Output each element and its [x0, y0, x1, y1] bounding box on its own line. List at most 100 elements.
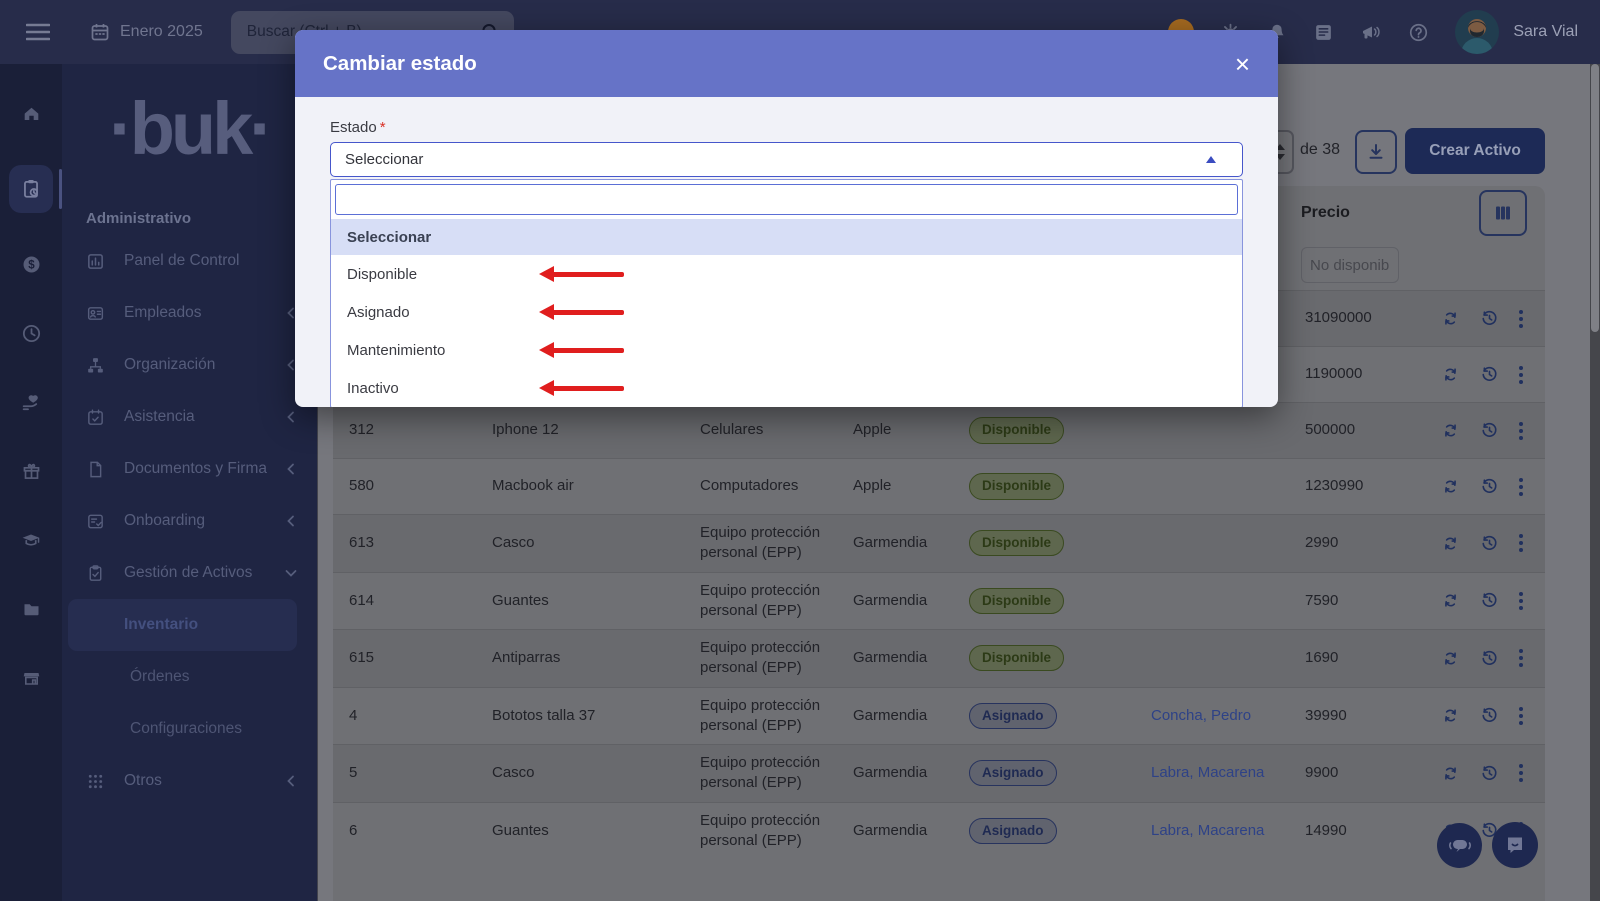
- history-icon[interactable]: [1480, 534, 1499, 553]
- folder-icon[interactable]: [9, 591, 53, 627]
- sidebar-item-documentos-y-firma[interactable]: Documentos y Firma: [62, 443, 317, 495]
- cell-name: Antiparras: [476, 640, 684, 676]
- buk-logo[interactable]: ·buk·: [62, 92, 317, 166]
- avatar[interactable]: [1455, 10, 1499, 54]
- option-seleccionar[interactable]: Seleccionar: [331, 219, 1242, 255]
- payroll-icon[interactable]: $: [9, 246, 53, 282]
- cell-id: 580: [333, 468, 476, 504]
- chevron-left-icon: [285, 411, 297, 423]
- option-mantenimiento[interactable]: Mantenimiento: [331, 331, 1242, 369]
- cell-brand: Garmendia: [837, 755, 953, 791]
- cell-category: Equipo protección personal (EPP): [684, 803, 837, 860]
- history-icon[interactable]: [1480, 477, 1499, 496]
- history-icon[interactable]: [1480, 365, 1499, 384]
- cell-price: 1690: [1289, 640, 1416, 676]
- cell-id: 615: [333, 640, 476, 676]
- change-status-icon[interactable]: [1441, 591, 1460, 610]
- history-icon[interactable]: [1480, 764, 1499, 783]
- kebab-menu-icon[interactable]: [1519, 764, 1523, 782]
- period-label: Enero 2025: [120, 23, 203, 41]
- columns-toggle-button[interactable]: [1479, 190, 1527, 236]
- status-badge: Asignado: [969, 703, 1057, 729]
- sidebar-item-otros[interactable]: Otros: [62, 755, 317, 807]
- change-status-icon[interactable]: [1441, 309, 1460, 328]
- submenu-item-inventario[interactable]: Inventario: [68, 599, 297, 651]
- user-name[interactable]: Sara Vial: [1513, 23, 1578, 41]
- option-inactivo[interactable]: Inactivo: [331, 369, 1242, 407]
- status-badge: Disponible: [969, 588, 1064, 614]
- cell-name: Iphone 12: [476, 412, 684, 448]
- kebab-menu-icon[interactable]: [1519, 422, 1523, 440]
- history-icon[interactable]: [1480, 649, 1499, 668]
- marketplace-icon[interactable]: [9, 660, 53, 696]
- modal-title: Cambiar estado: [323, 52, 477, 76]
- price-filter-input[interactable]: [1301, 247, 1399, 283]
- inventory-rail-icon[interactable]: [9, 165, 53, 213]
- sidebar-item-asistencia[interactable]: Asistencia: [62, 391, 317, 443]
- table-row: 312 Iphone 12 Celulares Apple Disponible…: [333, 402, 1545, 458]
- annotation-arrow: [539, 380, 624, 396]
- change-status-icon[interactable]: [1441, 534, 1460, 553]
- create-asset-button[interactable]: Crear Activo: [1405, 128, 1545, 174]
- history-icon[interactable]: [1480, 591, 1499, 610]
- help-icon[interactable]: [1408, 22, 1429, 43]
- kebab-menu-icon[interactable]: [1519, 310, 1523, 328]
- change-status-icon[interactable]: [1441, 706, 1460, 725]
- menu-icon[interactable]: [26, 23, 50, 41]
- sidebar-item-organizacion[interactable]: Organización: [62, 339, 317, 391]
- cell-price: 1190000: [1289, 356, 1416, 392]
- submenu-item-configuraciones[interactable]: Configuraciones: [68, 703, 297, 755]
- news-icon[interactable]: [1313, 22, 1334, 43]
- cell-brand: Garmendia: [837, 698, 953, 734]
- time-icon[interactable]: [9, 315, 53, 351]
- scrollbar-thumb[interactable]: [1591, 64, 1599, 332]
- option-disponible[interactable]: Disponible: [331, 255, 1242, 293]
- history-icon[interactable]: [1480, 421, 1499, 440]
- modal-header: Cambiar estado ×: [295, 30, 1278, 97]
- benefits-icon[interactable]: [9, 384, 53, 420]
- kebab-menu-icon[interactable]: [1519, 534, 1523, 552]
- assigned-link[interactable]: Labra, Macarena: [1137, 822, 1264, 839]
- chevron-left-icon: [285, 463, 297, 475]
- cell-price: 1230990: [1289, 468, 1416, 504]
- chat-button[interactable]: [1437, 823, 1482, 868]
- assigned-link[interactable]: Concha, Pedro: [1137, 707, 1251, 724]
- kebab-menu-icon[interactable]: [1519, 649, 1523, 667]
- history-icon[interactable]: [1480, 706, 1499, 725]
- option-asignado[interactable]: Asignado: [331, 293, 1242, 331]
- download-button[interactable]: [1355, 130, 1397, 174]
- help-chat-button[interactable]: [1492, 822, 1538, 868]
- estado-select[interactable]: Seleccionar: [330, 142, 1243, 177]
- home-icon[interactable]: [9, 96, 53, 132]
- gift-icon[interactable]: [9, 453, 53, 489]
- cell-name: Macbook air: [476, 468, 684, 504]
- period-selector[interactable]: Enero 2025: [90, 22, 203, 42]
- change-status-icon[interactable]: [1441, 421, 1460, 440]
- sidebar: ·buk· Administrativo Panel de Control Em…: [62, 64, 318, 901]
- kebab-menu-icon[interactable]: [1519, 592, 1523, 610]
- kebab-menu-icon[interactable]: [1519, 707, 1523, 725]
- assigned-link[interactable]: Labra, Macarena: [1137, 764, 1264, 781]
- cell-price: 2990: [1289, 525, 1416, 561]
- sidebar-item-onboarding[interactable]: Onboarding: [62, 495, 317, 547]
- status-badge: Disponible: [969, 417, 1064, 443]
- sidebar-item-panel-de-control[interactable]: Panel de Control: [62, 235, 317, 287]
- history-icon[interactable]: [1480, 309, 1499, 328]
- close-icon[interactable]: ×: [1235, 51, 1250, 77]
- change-status-icon[interactable]: [1441, 365, 1460, 384]
- sidebar-item-gestion-de-activos[interactable]: Gestión de Activos: [62, 547, 317, 599]
- chevron-down-icon: [285, 567, 297, 579]
- grid-icon: [86, 772, 106, 791]
- table-row: 5 Casco Equipo protección personal (EPP)…: [333, 744, 1545, 802]
- dropdown-search-input[interactable]: [335, 184, 1238, 215]
- kebab-menu-icon[interactable]: [1519, 478, 1523, 496]
- change-status-icon[interactable]: [1441, 764, 1460, 783]
- change-status-icon[interactable]: [1441, 649, 1460, 668]
- kebab-menu-icon[interactable]: [1519, 366, 1523, 384]
- change-status-icon[interactable]: [1441, 477, 1460, 496]
- cell-price: 500000: [1289, 412, 1416, 448]
- sidebar-item-empleados[interactable]: Empleados: [62, 287, 317, 339]
- megaphone-icon[interactable]: [1360, 22, 1382, 43]
- submenu-item-ordenes[interactable]: Órdenes: [68, 651, 297, 703]
- training-icon[interactable]: [9, 522, 53, 558]
